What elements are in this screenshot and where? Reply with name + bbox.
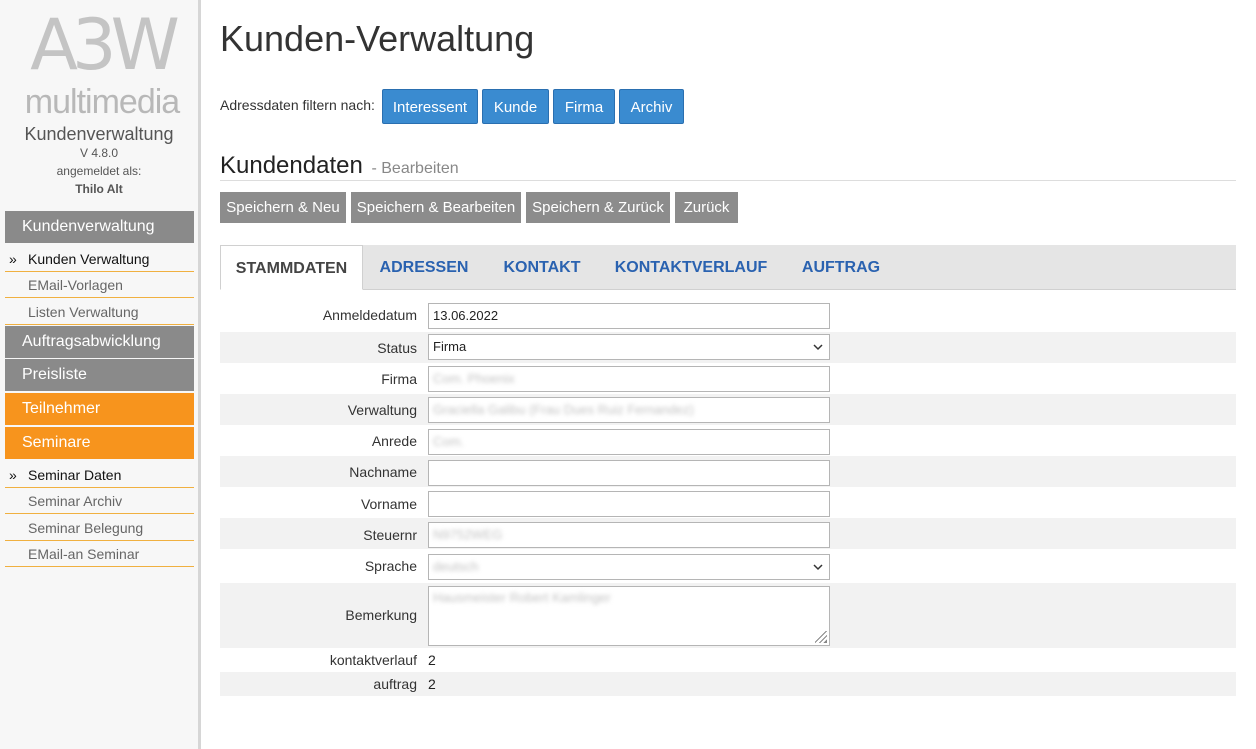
form-row-status: Status Firma (220, 332, 1236, 363)
resize-handle-icon[interactable] (815, 631, 827, 643)
tab-adressen[interactable]: ADRESSEN (371, 245, 477, 290)
nachname-input[interactable] (428, 460, 830, 486)
sprache-select[interactable]: deutsch (428, 554, 830, 580)
save-and-back-button[interactable]: Speichern & Zurück (526, 192, 670, 223)
save-and-edit-button[interactable]: Speichern & Bearbeiten (351, 192, 521, 223)
tab-stammdaten[interactable]: STAMMDATEN (220, 245, 363, 290)
form-row-verwaltung: Verwaltung Graciella Galibu (Frau Dues R… (220, 394, 1236, 425)
filter-kunde-button[interactable]: Kunde (482, 89, 549, 124)
nav-item-listen-verwaltung[interactable]: Listen Verwaltung (5, 299, 194, 325)
tab-auftrag[interactable]: AUFTRAG (792, 245, 890, 290)
nav-item-label: Listen Verwaltung (28, 304, 139, 320)
save-and-new-button[interactable]: Speichern & Neu (220, 192, 346, 223)
vorname-input[interactable] (428, 491, 830, 517)
nav-item-label: Kunden Verwaltung (28, 251, 150, 267)
verwaltung-input[interactable]: Graciella Galibu (Frau Dues Ruiz Fernand… (428, 397, 830, 423)
filter-label: Adressdaten filtern nach: (220, 97, 375, 113)
form-row-kontaktverlauf: kontaktverlauf 2 (220, 648, 1236, 672)
nav-item-label: Seminar Daten (28, 467, 122, 483)
nav-item-email-vorlagen[interactable]: EMail-Vorlagen (5, 272, 194, 298)
auftrag-count: 2 (428, 676, 436, 692)
anrede-input[interactable]: Com. (428, 429, 830, 455)
tab-kontakt[interactable]: KONTAKT (495, 245, 589, 290)
active-bullet-icon: » (9, 467, 17, 483)
steuernr-value: N9752WEG (433, 527, 503, 542)
verwaltung-value: Graciella Galibu (Frau Dues Ruiz Fernand… (433, 402, 694, 417)
anmeldedatum-input[interactable]: 13.06.2022 (428, 303, 830, 329)
sprache-label: Sprache (364, 558, 417, 574)
a3w-logo: A3W multimedia (22, 4, 182, 121)
verwaltung-label: Verwaltung (347, 402, 417, 418)
vorname-label: Vorname (360, 496, 417, 512)
nav-item-label: Seminar Archiv (28, 493, 123, 509)
nav-item-email-an-seminar[interactable]: EMail-an Seminar (5, 541, 194, 567)
status-select[interactable]: Firma (428, 334, 830, 360)
section-subtitle: - Bearbeiten (371, 160, 459, 177)
filter-interessent-button[interactable]: Interessent (382, 89, 478, 124)
anmeldedatum-label: Anmeldedatum (322, 307, 417, 323)
nav-item-label: Seminar Belegung (28, 520, 144, 536)
logo-text-top: A3W (30, 4, 180, 86)
anrede-value: Com. (433, 434, 465, 449)
nachname-label: Nachname (349, 464, 417, 480)
nav-item-label: EMail-Vorlagen (28, 277, 123, 293)
bemerkung-value: Hausmeister Robert Kamlinger (433, 590, 611, 605)
form-row-auftrag: auftrag 2 (220, 672, 1236, 696)
steuernr-label: Steuernr (363, 527, 417, 543)
nav-section-seminare[interactable]: Seminare (5, 427, 194, 459)
sprache-select-value: deutsch (433, 559, 479, 574)
logged-in-user: Thilo Alt (75, 182, 123, 196)
kontaktverlauf-count: 2 (428, 652, 436, 668)
nav-section-teilnehmer[interactable]: Teilnehmer (5, 393, 194, 425)
active-bullet-icon: » (9, 251, 17, 267)
nav-section-preisliste[interactable]: Preisliste (5, 359, 194, 391)
nav-item-seminar-archiv[interactable]: Seminar Archiv (5, 488, 194, 514)
nav-section-kundenverwaltung[interactable]: Kundenverwaltung (5, 211, 194, 243)
section-title-text: Kundendaten (220, 152, 363, 179)
nav-item-seminar-daten[interactable]: » Seminar Daten (5, 462, 194, 488)
nav-item-seminar-belegung[interactable]: Seminar Belegung (5, 515, 194, 541)
logo-text-bottom: multimedia (24, 83, 180, 121)
sidebar: A3W multimedia Kundenverwaltung V 4.8.0 … (0, 0, 201, 749)
firma-value: Com. Phoenix (433, 371, 515, 386)
app-version: V 4.8.0 (79, 146, 119, 160)
firma-label: Firma (381, 371, 417, 387)
steuernr-input[interactable]: N9752WEG (428, 522, 830, 548)
form-row-firma: Firma Com. Phoenix (220, 363, 1236, 394)
filter-archiv-button[interactable]: Archiv (619, 89, 684, 124)
form-row-anmeldedatum: Anmeldedatum 13.06.2022 (220, 301, 1236, 332)
form-row-nachname: Nachname (220, 456, 1236, 487)
nav-item-label: EMail-an Seminar (28, 546, 140, 562)
form-row-steuernr: Steuernr N9752WEG (220, 518, 1236, 549)
section-divider (220, 180, 1236, 181)
nav-item-kunden-verwaltung[interactable]: » Kunden Verwaltung (5, 246, 194, 272)
form-row-vorname: Vorname (220, 487, 1236, 518)
anrede-label: Anrede (371, 433, 417, 449)
firma-input[interactable]: Com. Phoenix (428, 366, 830, 392)
tab-kontaktverlauf[interactable]: KONTAKTVERLAUF (606, 245, 776, 290)
section-title: Kundendaten - Bearbeiten (220, 152, 459, 180)
kontaktverlauf-label: kontaktverlauf (329, 652, 417, 668)
bemerkung-textarea[interactable]: Hausmeister Robert Kamlinger (428, 586, 830, 646)
filter-firma-button[interactable]: Firma (553, 89, 615, 124)
auftrag-label: auftrag (373, 676, 417, 692)
tab-bar: STAMMDATEN ADRESSEN KONTAKT KONTAKTVERLA… (220, 245, 1236, 290)
app-name: Kundenverwaltung (24, 124, 174, 144)
status-label: Status (377, 340, 417, 356)
status-select-value: Firma (433, 339, 467, 354)
page-title: Kunden-Verwaltung (220, 18, 535, 59)
form-row-bemerkung: Bemerkung Hausmeister Robert Kamlinger (220, 583, 1236, 648)
nav-section-auftragsabwicklung[interactable]: Auftragsabwicklung (5, 326, 194, 358)
back-button[interactable]: Zurück (675, 192, 738, 223)
form-row-anrede: Anrede Com. (220, 425, 1236, 456)
logged-in-label: angemeldet als: (56, 164, 142, 178)
bemerkung-label: Bemerkung (345, 607, 417, 623)
form-row-sprache: Sprache deutsch (220, 549, 1236, 583)
